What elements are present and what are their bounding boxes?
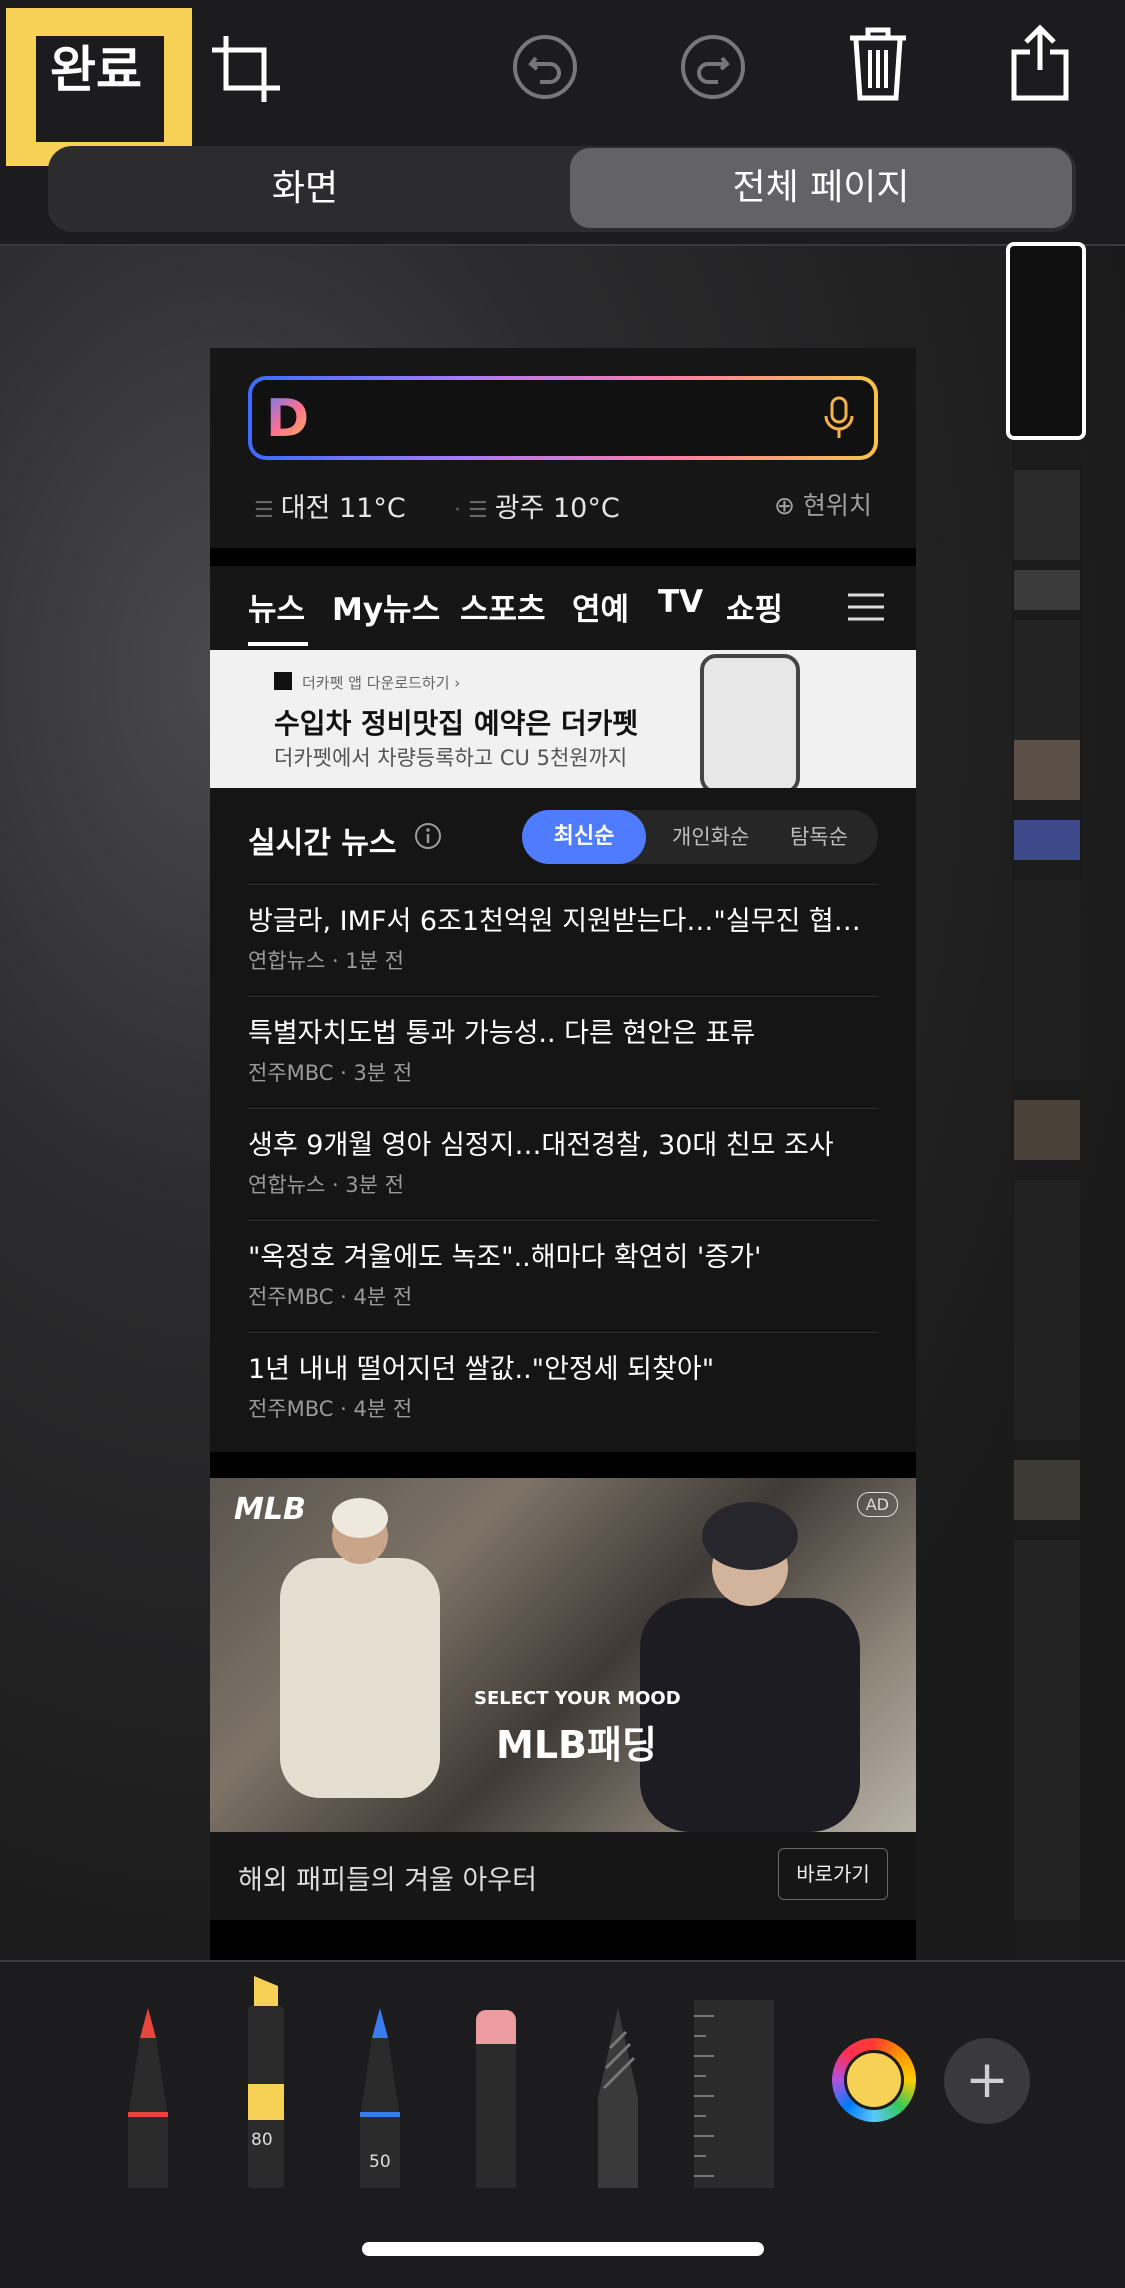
nav-tab-shopping[interactable]: 쇼핑 bbox=[726, 584, 783, 629]
sort-toggle: 최신순 개인화순 탐독순 bbox=[522, 810, 878, 864]
thumbnail-viewport-indicator[interactable] bbox=[1006, 242, 1086, 440]
search-input[interactable]: D bbox=[248, 376, 878, 460]
pen-tool-red[interactable] bbox=[120, 2008, 176, 2192]
daum-logo-icon: D bbox=[266, 389, 310, 449]
undo-icon[interactable] bbox=[512, 34, 578, 100]
weather-city: 대전 bbox=[280, 493, 331, 524]
marker-tool-yellow[interactable] bbox=[238, 1976, 294, 2192]
ruler-tool[interactable] bbox=[690, 2000, 774, 2192]
thumbnail-segment bbox=[1014, 1540, 1080, 1920]
ad-title: 수입차 정비맛집 예약은 더카펫 bbox=[274, 707, 639, 740]
news-nav-bar: 뉴스 My뉴스 스포츠 연예 TV 쇼핑 bbox=[210, 566, 916, 650]
section-title: 실시간 뉴스 bbox=[248, 826, 397, 861]
done-button[interactable]: 완료 bbox=[6, 8, 192, 166]
nav-tab-news[interactable]: 뉴스 bbox=[248, 584, 305, 629]
news-source: 전주MBC · 4분 전 bbox=[248, 1397, 413, 1421]
captured-page[interactable]: D ☰ 대전 11°C · ☰ 광주 10°C ⊕ 현위치 뉴스 My뉴스 스포… bbox=[210, 348, 916, 1960]
sort-personalized[interactable]: 개인화순 bbox=[672, 810, 749, 864]
trash-icon[interactable] bbox=[846, 26, 910, 102]
weather-temp: 11°C bbox=[339, 493, 406, 524]
weather-city: 광주 bbox=[494, 493, 545, 524]
weather-temp: 10°C bbox=[552, 493, 620, 524]
crop-icon[interactable] bbox=[208, 32, 284, 106]
thumbnail-segment bbox=[1014, 880, 1080, 1080]
color-picker-button[interactable] bbox=[832, 2038, 916, 2122]
capture-mode-segmented-control: 화면 전체 페이지 bbox=[48, 146, 1076, 232]
nav-tab-my-news[interactable]: My뉴스 bbox=[332, 584, 440, 629]
go-button[interactable]: 바로가기 bbox=[778, 1848, 888, 1900]
hamburger-menu-icon[interactable] bbox=[846, 592, 886, 626]
nav-tab-sports[interactable]: 스포츠 bbox=[460, 584, 546, 629]
thumbnail-segment bbox=[1014, 1100, 1080, 1160]
ad-photo-illustration bbox=[280, 1498, 860, 1832]
ad-subtitle: 더카펫에서 차량등록하고 CU 5천원까지 bbox=[274, 746, 628, 770]
thecarpet-ad-banner[interactable]: 더카펫 앱 다운로드하기 › 수입차 정비맛집 예약은 더카펫 더카펫에서 차량… bbox=[210, 650, 916, 794]
news-source: 연합뉴스 · 1분 전 bbox=[248, 949, 404, 973]
sort-reading[interactable]: 탐독순 bbox=[790, 810, 848, 864]
active-tab-indicator bbox=[248, 642, 308, 646]
news-list-item[interactable]: 생후 9개월 영아 심정지…대전경찰, 30대 친모 조사 연합뉴스 · 3분 … bbox=[248, 1108, 878, 1221]
thumbnail-segment bbox=[1014, 1460, 1080, 1520]
thumbnail-segment bbox=[1014, 1180, 1080, 1440]
realtime-news-section: 실시간 뉴스 최신순 개인화순 탐독순 방글라, IMF서 6조1천억원 지원받… bbox=[210, 788, 916, 1452]
home-indicator bbox=[362, 2242, 764, 2256]
done-label: 완료 bbox=[50, 41, 142, 99]
thumbnail-segment bbox=[1014, 740, 1080, 800]
thumbnail-segment bbox=[1014, 570, 1080, 610]
news-headline: "옥정호 겨울에도 녹조"..해마다 확연히 '증가' bbox=[248, 1242, 762, 1273]
nav-tab-entertainment[interactable]: 연예 bbox=[572, 584, 629, 629]
current-location-link[interactable]: ⊕ 현위치 bbox=[774, 486, 872, 522]
tab-full-page[interactable]: 전체 페이지 bbox=[570, 148, 1072, 228]
current-color-swatch bbox=[844, 2050, 904, 2110]
thumbnail-segment bbox=[1014, 820, 1080, 860]
news-headline: 생후 9개월 영아 심정지…대전경찰, 30대 친모 조사 bbox=[248, 1130, 834, 1161]
weather-item: · ☰ 광주 10°C bbox=[454, 486, 620, 525]
news-headline: 특별자치도법 통과 가능성.. 다른 현안은 표류 bbox=[248, 1018, 756, 1049]
ad-caption: 해외 패피들의 겨울 아우터 bbox=[238, 1865, 537, 1896]
weather-icon: · ☰ bbox=[454, 498, 495, 523]
info-icon[interactable] bbox=[414, 822, 442, 854]
pen-width-label: 50 bbox=[369, 2152, 391, 2172]
news-source: 전주MBC · 4분 전 bbox=[248, 1285, 413, 1309]
news-list-item[interactable]: "옥정호 겨울에도 녹조"..해마다 확연히 '증가' 전주MBC · 4분 전 bbox=[248, 1220, 878, 1333]
ad-headline: MLB패딩 bbox=[496, 1723, 657, 1767]
add-icon[interactable]: + bbox=[944, 2038, 1030, 2124]
sort-latest[interactable]: 최신순 bbox=[522, 810, 646, 864]
news-list-item[interactable]: 방글라, IMF서 6조1천억원 지원받는다…"실무진 협… 연합뉴스 · 1분… bbox=[248, 884, 878, 997]
thecarpet-logo-icon bbox=[274, 672, 292, 690]
lasso-tool[interactable] bbox=[590, 2008, 646, 2192]
news-headline: 방글라, IMF서 6조1천억원 지원받는다…"실무진 협… bbox=[248, 906, 861, 937]
news-list-item[interactable]: 특별자치도법 통과 가능성.. 다른 현안은 표류 전주MBC · 3분 전 bbox=[248, 996, 878, 1109]
news-source: 전주MBC · 3분 전 bbox=[248, 1061, 413, 1085]
eraser-tool[interactable] bbox=[468, 2008, 524, 2192]
news-headline: 1년 내내 떨어지던 쌀값.."안정세 되찾아" bbox=[248, 1354, 715, 1385]
ad-tag: AD bbox=[856, 1492, 898, 1517]
microphone-icon[interactable] bbox=[822, 396, 856, 444]
share-icon[interactable] bbox=[1008, 24, 1072, 102]
mlb-logo: MLB bbox=[234, 1492, 306, 1527]
thumbnail-segment bbox=[1014, 620, 1080, 740]
ad-tagline: SELECT YOUR MOOD bbox=[474, 1688, 681, 1709]
phone-mockup-image bbox=[700, 654, 800, 794]
weather-icon: ☰ bbox=[254, 498, 281, 523]
news-source: 연합뉴스 · 3분 전 bbox=[248, 1173, 404, 1197]
ad-small-text: 더카펫 앱 다운로드하기 › bbox=[302, 674, 461, 692]
thumbnail-segment bbox=[1014, 470, 1080, 560]
news-list-item[interactable]: 1년 내내 떨어지던 쌀값.."안정세 되찾아" 전주MBC · 4분 전 bbox=[248, 1332, 878, 1445]
ad-caption-bar: 해외 패피들의 겨울 아우터 바로가기 bbox=[210, 1832, 916, 1920]
mlb-ad-image[interactable]: MLB AD SELECT YOUR MOOD MLB패딩 bbox=[210, 1478, 916, 1832]
tab-screen[interactable]: 화면 bbox=[48, 146, 562, 232]
marker-width-label: 80 bbox=[251, 2130, 273, 2150]
nav-tab-tv[interactable]: TV bbox=[658, 584, 703, 620]
location-label: 현위치 bbox=[802, 491, 872, 520]
redo-icon[interactable] bbox=[680, 34, 746, 100]
weather-item: ☰ 대전 11°C bbox=[254, 486, 406, 525]
location-icon: ⊕ bbox=[774, 491, 795, 520]
